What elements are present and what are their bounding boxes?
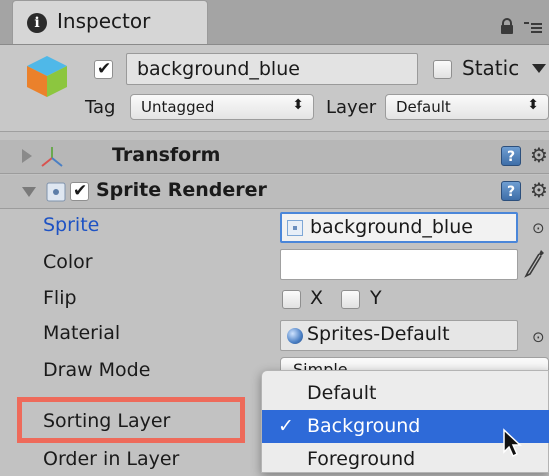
flip-label: Flip xyxy=(43,287,77,309)
menu-item-label: Background xyxy=(307,415,421,437)
order-in-layer-label: Order in Layer xyxy=(43,448,180,470)
tag-dropdown[interactable]: Untagged ⬍ xyxy=(130,94,314,120)
gameobject-cube-icon xyxy=(27,56,67,97)
object-name-text: background_blue xyxy=(137,58,300,80)
checkmark-icon: ✔ xyxy=(97,59,112,79)
menu-item-default[interactable]: Default xyxy=(262,377,549,410)
help-book-icon[interactable]: ? xyxy=(501,181,521,201)
flip-x-checkbox[interactable] xyxy=(282,290,301,309)
tag-label: Tag xyxy=(85,97,116,118)
tag-value: Untagged xyxy=(141,98,215,116)
sprite-renderer-header[interactable]: ✔ Sprite Renderer ? ⚙ xyxy=(0,175,549,209)
mouse-cursor-icon xyxy=(503,428,522,458)
updown-arrow-icon: ⬍ xyxy=(527,97,539,113)
material-label: Material xyxy=(43,322,121,344)
sprite-thumbnail-icon xyxy=(287,220,303,236)
tab-menu-icon[interactable] xyxy=(524,22,542,34)
transform-title: Transform xyxy=(112,144,221,166)
sprite-renderer-title: Sprite Renderer xyxy=(96,179,267,201)
flip-y-checkbox[interactable] xyxy=(341,290,360,309)
expand-arrow-icon[interactable] xyxy=(22,149,32,163)
layer-label: Layer xyxy=(326,97,377,118)
tab-title: Inspector xyxy=(57,9,151,33)
flip-y-label: Y xyxy=(370,287,382,309)
tab-inspector[interactable]: i Inspector xyxy=(12,0,208,44)
material-field[interactable]: Sprites-Default xyxy=(280,320,518,351)
static-dropdown-arrow-icon[interactable] xyxy=(532,64,546,73)
checkmark-icon: ✔ xyxy=(73,181,88,201)
sorting-layer-label: Sorting Layer xyxy=(43,410,171,432)
object-name-field[interactable]: background_blue xyxy=(126,53,418,85)
checkmark-icon: ✓ xyxy=(278,415,294,437)
lock-icon[interactable] xyxy=(500,18,514,34)
info-icon: i xyxy=(27,13,47,33)
gear-icon[interactable]: ⚙ xyxy=(530,178,548,202)
sprite-value: background_blue xyxy=(310,216,473,238)
sprite-label: Sprite xyxy=(43,214,100,236)
gear-icon[interactable]: ⚙ xyxy=(530,143,548,167)
transform-header[interactable]: Transform ? ⚙ xyxy=(0,140,549,174)
static-label: Static xyxy=(462,56,520,80)
static-checkbox[interactable] xyxy=(433,60,452,79)
object-picker-icon[interactable]: ⊙ xyxy=(532,219,545,237)
sprite-field[interactable]: background_blue xyxy=(280,212,518,243)
active-checkbox[interactable]: ✔ xyxy=(94,59,113,79)
eyedropper-icon[interactable] xyxy=(524,248,546,278)
transform-axes-icon xyxy=(41,147,63,167)
sprite-renderer-enabled-checkbox[interactable]: ✔ xyxy=(70,181,89,201)
object-picker-icon[interactable]: ⊙ xyxy=(532,328,545,346)
material-sphere-icon xyxy=(287,328,303,344)
updown-arrow-icon: ⬍ xyxy=(292,97,304,113)
material-value: Sprites-Default xyxy=(307,323,450,345)
layer-value: Default xyxy=(396,98,451,116)
menu-item-label: Foreground xyxy=(307,448,416,470)
draw-mode-label: Draw Mode xyxy=(43,359,151,381)
color-swatch-field[interactable] xyxy=(280,249,518,280)
menu-item-label: Default xyxy=(307,382,377,404)
collapse-arrow-icon[interactable] xyxy=(22,187,36,197)
flip-x-label: X xyxy=(310,287,324,309)
help-book-icon[interactable]: ? xyxy=(501,146,521,166)
sprite-renderer-icon xyxy=(46,182,66,202)
color-label: Color xyxy=(43,251,93,273)
layer-dropdown[interactable]: Default ⬍ xyxy=(385,94,549,120)
